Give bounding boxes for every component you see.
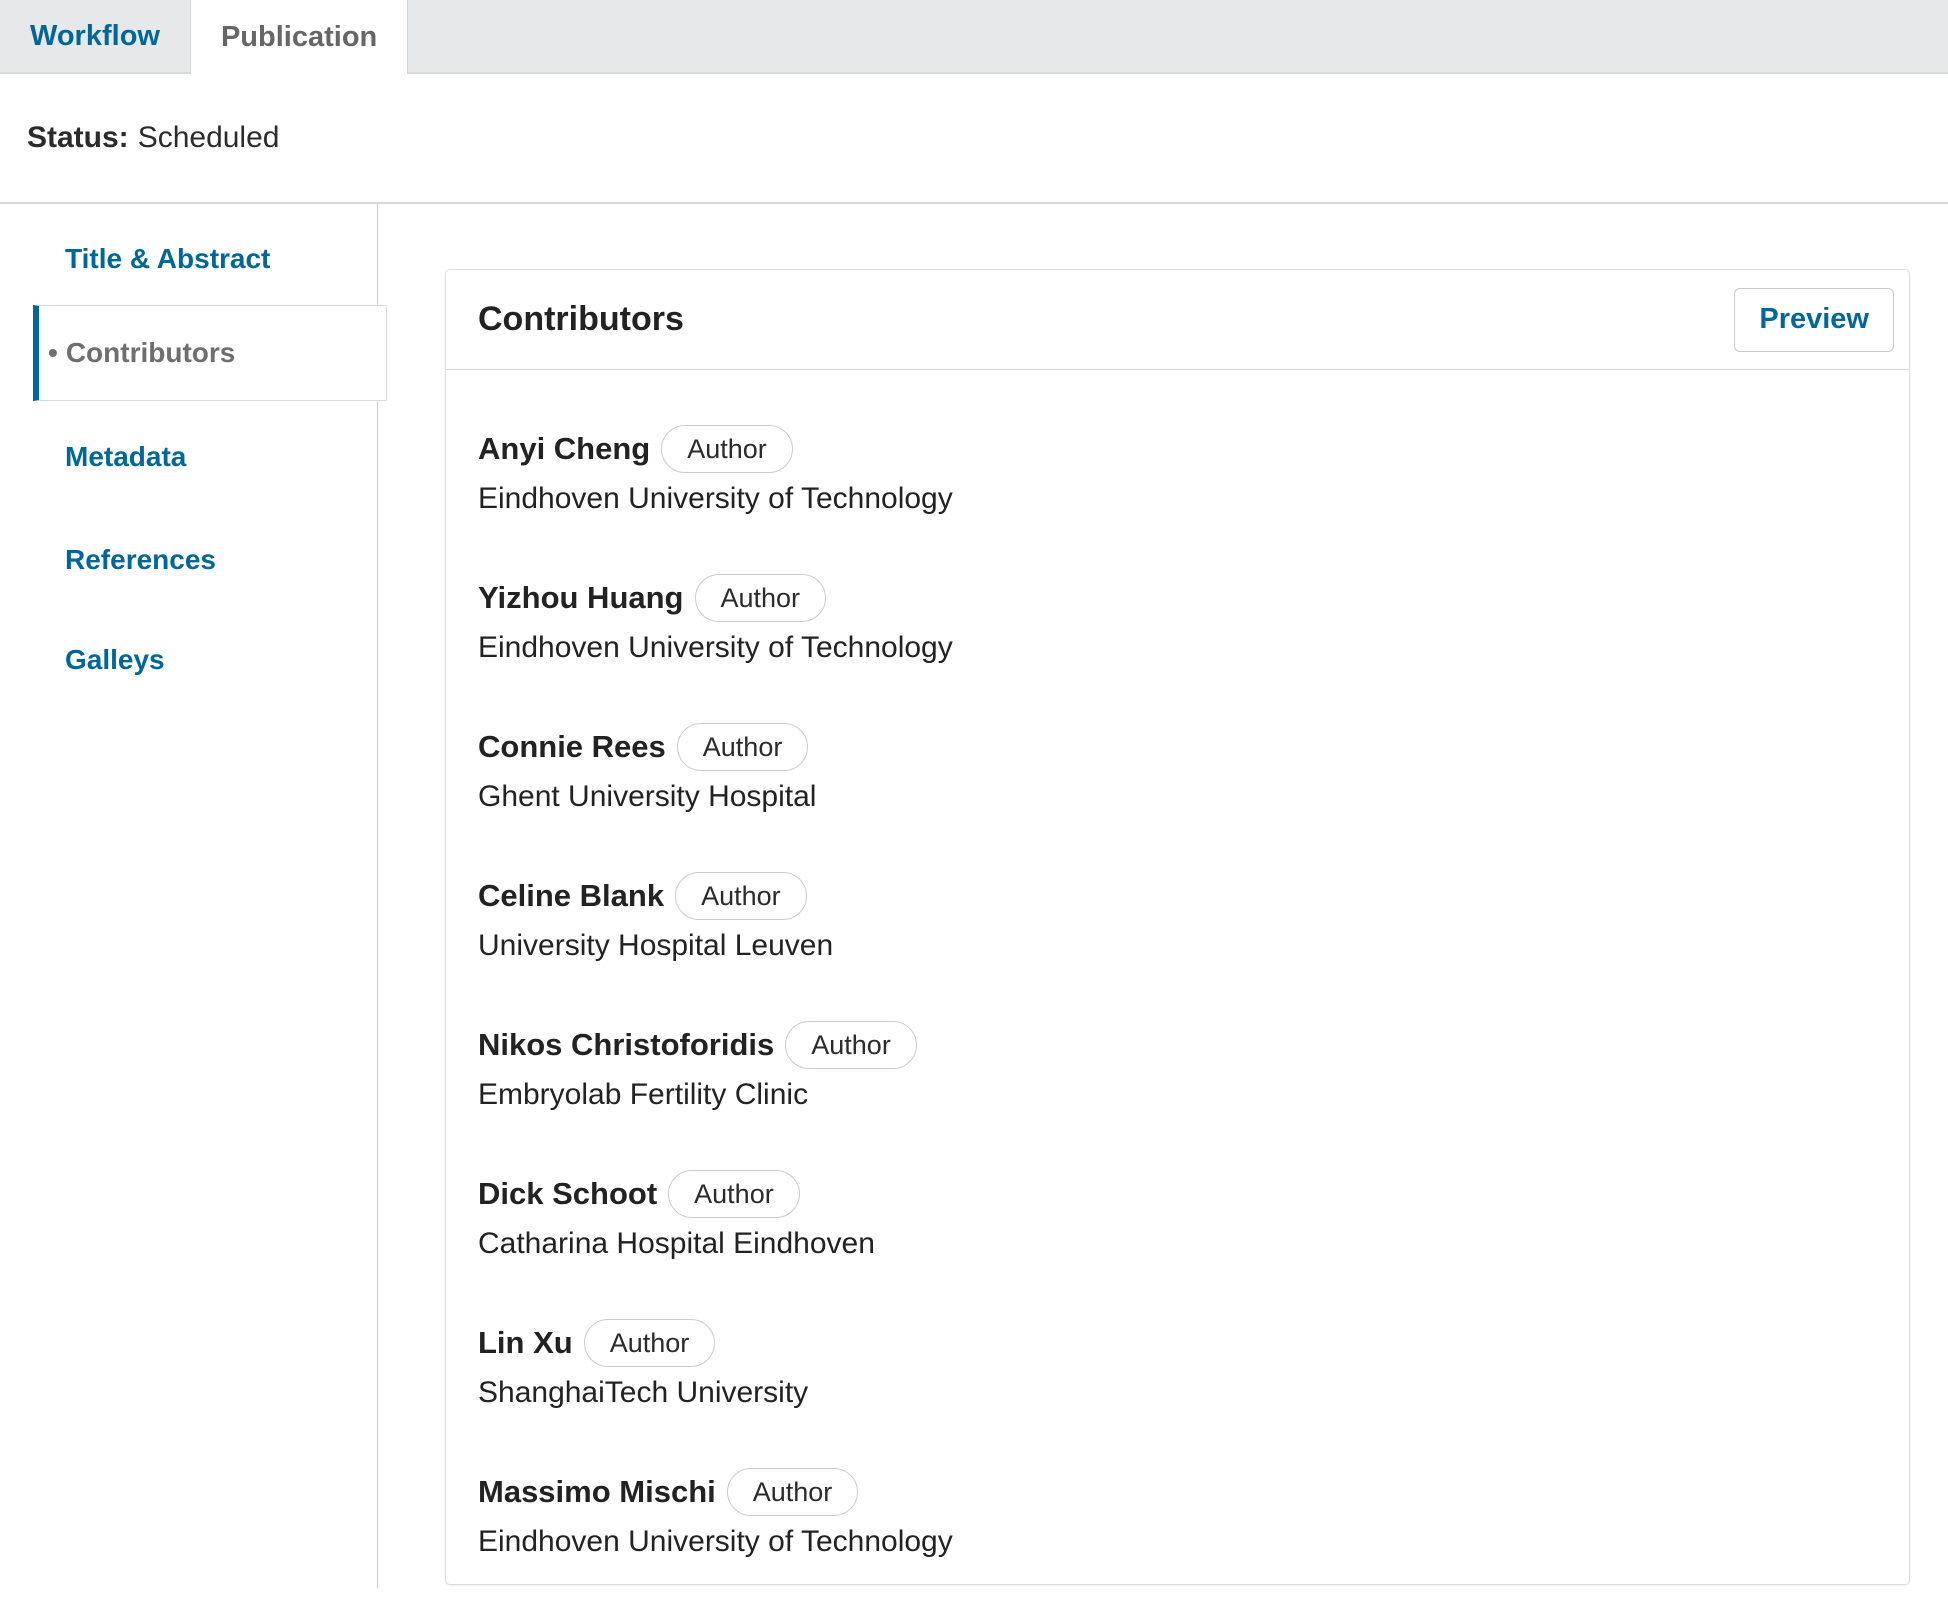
tab-publication-label: Publication [221, 21, 377, 54]
contributor-name-row: Anyi Cheng Author [478, 425, 1877, 473]
panel-title: Contributors [478, 300, 684, 339]
contributor-role-badge: Author [661, 425, 793, 473]
contributor-item: Dick Schoot Author Catharina Hospital Ei… [478, 1170, 1877, 1266]
contributor-role-badge: Author [677, 723, 809, 771]
contributor-name-row: Yizhou Huang Author [478, 574, 1877, 622]
contributor-name-row: Massimo Mischi Author [478, 1468, 1877, 1516]
sidebar-item-title-abstract[interactable]: Title & Abstract [0, 244, 377, 274]
contributor-affiliation: ShanghaiTech University [478, 1371, 1877, 1415]
contributor-item: Lin Xu Author ShanghaiTech University [478, 1319, 1877, 1415]
contributor-name: Nikos Christoforidis [478, 1027, 774, 1063]
status-value: Scheduled [138, 121, 280, 155]
contributor-name-row: Celine Blank Author [478, 872, 1877, 920]
contributor-affiliation: Eindhoven University of Technology [478, 1520, 1877, 1564]
contributor-name: Celine Blank [478, 878, 664, 914]
contributor-item: Massimo Mischi Author Eindhoven Universi… [478, 1468, 1877, 1564]
contributors-list: Anyi Cheng Author Eindhoven University o… [446, 370, 1909, 1584]
sidebar-item-contributors[interactable]: • Contributors [33, 305, 387, 401]
contributor-name-row: Dick Schoot Author [478, 1170, 1877, 1218]
status-label: Status: [27, 121, 129, 155]
contributor-role-badge: Author [695, 574, 827, 622]
sidebar-item-galleys[interactable]: Galleys [0, 645, 377, 675]
contributor-name-row: Lin Xu Author [478, 1319, 1877, 1367]
contributor-item: Connie Rees Author Ghent University Hosp… [478, 723, 1877, 819]
contributor-name: Anyi Cheng [478, 431, 650, 467]
contributor-affiliation: University Hospital Leuven [478, 924, 1877, 968]
contributor-role-badge: Author [668, 1170, 800, 1218]
contributor-name: Massimo Mischi [478, 1474, 716, 1510]
contributor-name: Yizhou Huang [478, 580, 684, 616]
contributor-name-row: Connie Rees Author [478, 723, 1877, 771]
tab-workflow-label: Workflow [30, 20, 160, 53]
contributor-role-badge: Author [727, 1468, 859, 1516]
status-bar: Status: Scheduled [0, 74, 1948, 204]
contributors-panel-header: Contributors Preview [446, 270, 1909, 370]
tab-publication[interactable]: Publication [190, 0, 408, 74]
contributor-name-row: Nikos Christoforidis Author [478, 1021, 1877, 1069]
tab-workflow[interactable]: Workflow [0, 0, 190, 72]
contributor-item: Celine Blank Author University Hospital … [478, 872, 1877, 968]
sidebar-item-contributors-label: Contributors [66, 338, 236, 368]
main-content: Contributors Preview Anyi Cheng Author E… [378, 204, 1948, 1588]
contributor-affiliation: Catharina Hospital Eindhoven [478, 1222, 1877, 1266]
contributor-item: Nikos Christoforidis Author Embryolab Fe… [478, 1021, 1877, 1117]
publication-sidebar: Title & Abstract • Contributors Metadata… [0, 204, 378, 1588]
contributor-affiliation: Eindhoven University of Technology [478, 477, 1877, 521]
contributor-name: Lin Xu [478, 1325, 573, 1361]
contributor-name: Connie Rees [478, 729, 666, 765]
content-area: Title & Abstract • Contributors Metadata… [0, 204, 1948, 1588]
contributors-panel: Contributors Preview Anyi Cheng Author E… [445, 269, 1910, 1585]
contributor-item: Anyi Cheng Author Eindhoven University o… [478, 425, 1877, 521]
contributor-role-badge: Author [785, 1021, 917, 1069]
preview-button[interactable]: Preview [1734, 288, 1894, 352]
active-bullet-icon: • [48, 338, 58, 368]
contributor-affiliation: Ghent University Hospital [478, 775, 1877, 819]
sidebar-item-references[interactable]: References [0, 545, 377, 575]
contributor-name: Dick Schoot [478, 1176, 657, 1212]
contributor-affiliation: Embryolab Fertility Clinic [478, 1073, 1877, 1117]
contributor-item: Yizhou Huang Author Eindhoven University… [478, 574, 1877, 670]
contributor-affiliation: Eindhoven University of Technology [478, 626, 1877, 670]
top-tab-bar: Workflow Publication [0, 0, 1948, 74]
contributor-role-badge: Author [584, 1319, 716, 1367]
contributor-role-badge: Author [675, 872, 807, 920]
sidebar-item-metadata[interactable]: Metadata [0, 442, 377, 472]
